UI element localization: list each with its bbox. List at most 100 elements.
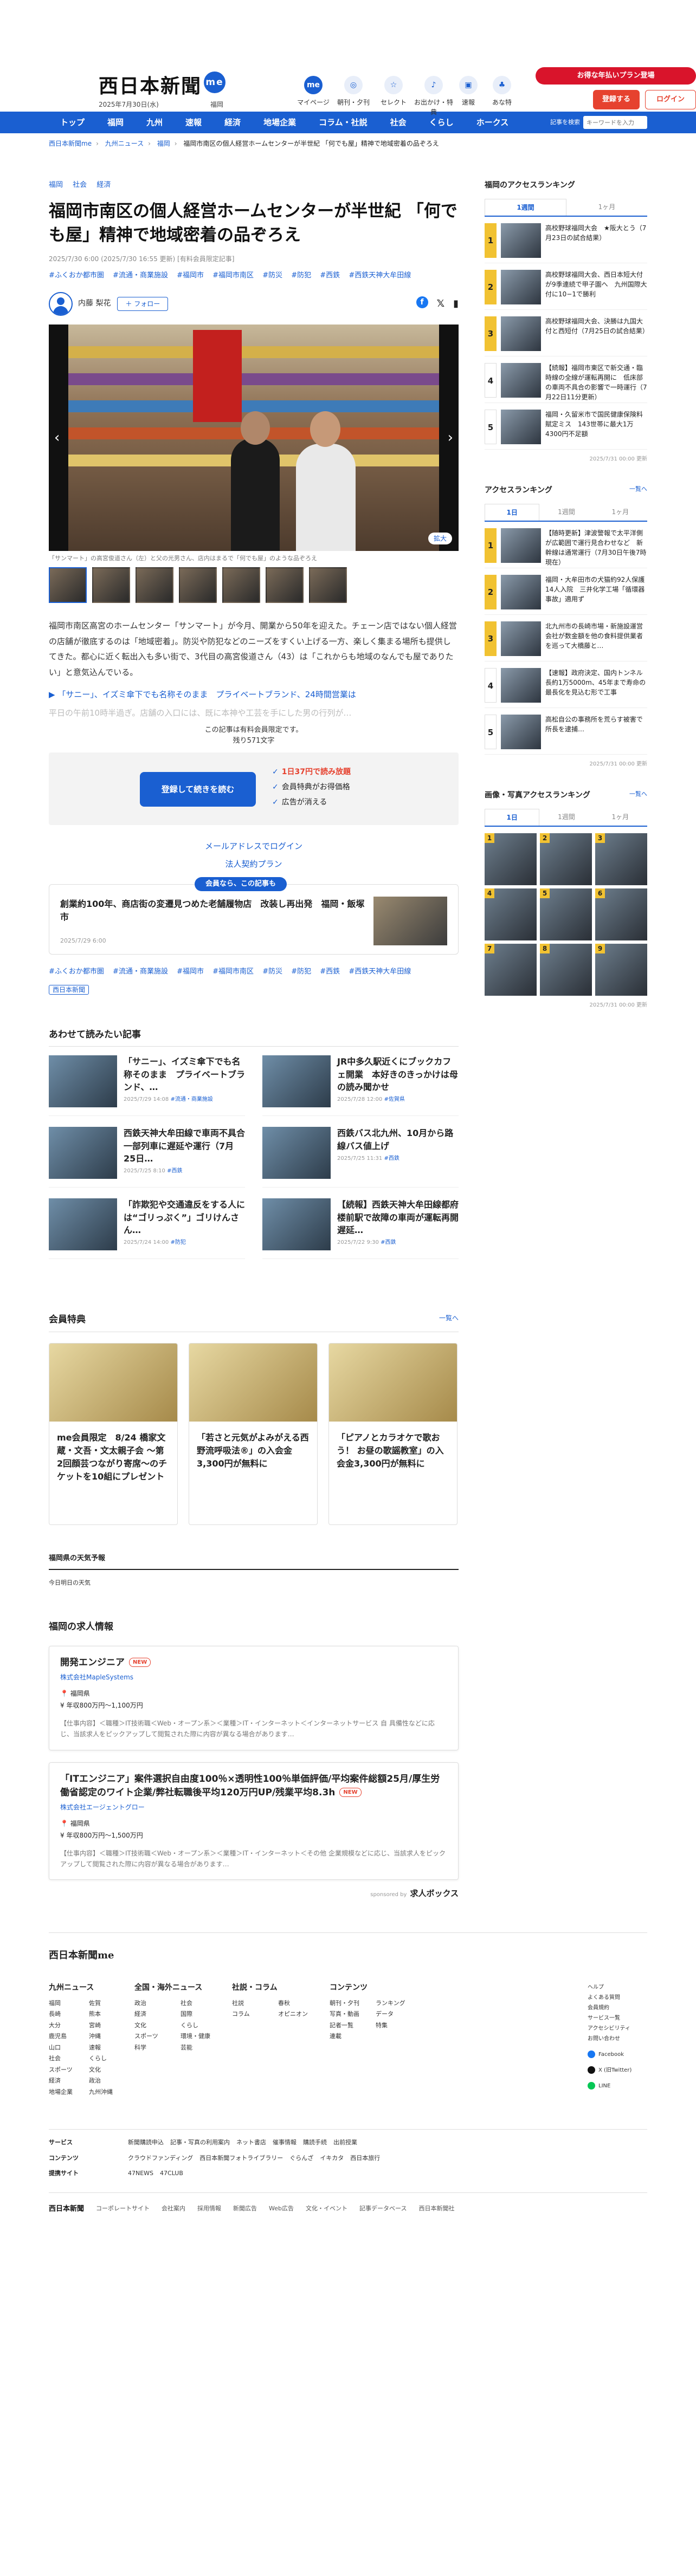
footer-side-link[interactable]: 会員規約: [588, 2003, 647, 2013]
service-outing[interactable]: ♪ お出かけ・特典: [414, 76, 453, 117]
breadcrumb-home[interactable]: 西日本新聞me: [49, 140, 92, 147]
nav-fukuoka[interactable]: 福岡: [96, 116, 135, 129]
footer-link[interactable]: 社会: [181, 1999, 210, 2008]
tag-link[interactable]: #流通・商業施設: [113, 271, 168, 280]
nav-column[interactable]: コラム・社説: [307, 116, 379, 129]
footer-link[interactable]: くらし: [89, 2054, 113, 2064]
footer-bottom-link[interactable]: コーポレートサイト: [96, 2204, 150, 2214]
tag-link[interactable]: #防災: [262, 968, 282, 976]
benefit-card[interactable]: 「若さと元気がよみがえる西野流呼吸法®」の入会金3,300円が無料に: [189, 1342, 318, 1525]
zoom-button[interactable]: 拡大: [428, 532, 452, 544]
author-name[interactable]: 内藤 梨花: [78, 298, 111, 309]
tab-month[interactable]: 1ヶ月: [594, 504, 647, 521]
ranking-item[interactable]: 3 高校野球福岡大会、決勝は九国大付と西短付（7月25日の試合結果）: [485, 316, 649, 356]
ranking-item[interactable]: 2 福岡・大牟田市の犬猫約92人保護14人入院 三井化学工場「循環器事故」適用ず: [485, 575, 647, 615]
gallery-image[interactable]: 7: [485, 944, 537, 996]
footer-link[interactable]: ランキング: [376, 1999, 405, 2008]
ranking-item[interactable]: 2 高校野球福岡大会、西日本短大付が9季連続で甲子園へ 九州国際大付に10−1で勝…: [485, 270, 647, 310]
list-item[interactable]: 【続報】西鉄天神大牟田線都府楼前駅で故障の車両が運転再開 遅延… 2025/7/2…: [262, 1198, 467, 1260]
gallery-image[interactable]: 4: [485, 888, 537, 940]
tag-link[interactable]: #福岡市: [177, 968, 204, 976]
footer-link[interactable]: 写真・動画: [330, 2010, 359, 2019]
footer-link[interactable]: 西日本新聞フォトライブラリー: [199, 2154, 283, 2163]
tag-link[interactable]: #福岡市: [177, 271, 204, 280]
nav-breaking[interactable]: 速報: [174, 116, 213, 129]
nav-kyushu[interactable]: 九州: [135, 116, 174, 129]
footer-side-link[interactable]: よくある質問: [588, 1993, 647, 2003]
footer-side-link[interactable]: サービス一覧: [588, 2013, 647, 2023]
job-card[interactable]: 「ITエンジニア」案件選択自由度100％×透明性100％単価評価/平均案件総額2…: [49, 1762, 459, 1880]
footer-link[interactable]: 47CLUB: [160, 2169, 183, 2178]
footer-link[interactable]: 九州沖縄: [89, 2088, 113, 2097]
tag-link[interactable]: #西鉄: [320, 271, 340, 280]
footer-link[interactable]: 鹿児島: [49, 2032, 73, 2041]
footer-link[interactable]: コラム: [232, 2010, 262, 2019]
site-logo[interactable]: 西日本新聞 me: [99, 72, 226, 101]
footer-link[interactable]: 朝刊・夕刊: [330, 1999, 359, 2008]
photo-thumbnail[interactable]: [266, 567, 304, 604]
ranking-item[interactable]: 5 福岡・久留米市で国民健康保険料賦定ミス 143世帯に最大1万4300円不足額: [485, 410, 647, 450]
service-select[interactable]: ☆ セレクト: [374, 76, 413, 107]
footer-side-link[interactable]: ヘルプ: [588, 1982, 647, 1993]
photo-thumbnail[interactable]: [49, 567, 87, 604]
footer-link[interactable]: 政治: [89, 2077, 113, 2086]
footer-logo[interactable]: 西日本新聞me: [49, 1948, 647, 1963]
footer-link[interactable]: スポーツ: [134, 2032, 164, 2041]
footer-link[interactable]: イキカタ: [320, 2154, 344, 2163]
category-link[interactable]: 社会: [73, 181, 87, 189]
ranking-item[interactable]: 1 【随時更新】津波警報で太平洋側が広範囲で運行見合わせなど 新幹線は通常運行（7…: [485, 528, 647, 568]
footer-link[interactable]: データ: [376, 2010, 405, 2019]
photo-thumbnail[interactable]: [309, 567, 347, 604]
footer-bottom-link[interactable]: Web広告: [269, 2204, 294, 2214]
ranking-item[interactable]: 4 【速報】政府決定、国内トンネル長約1万5000m、45年まで寿命の最長化を見込…: [485, 668, 647, 708]
footer-bottom-link[interactable]: 採用情報: [197, 2204, 221, 2214]
nav-local-companies[interactable]: 地場企業: [252, 116, 307, 129]
footer-bottom-link[interactable]: 西日本新聞社: [418, 2204, 454, 2214]
tag-link[interactable]: #防犯: [291, 271, 311, 280]
job-card[interactable]: 開発エンジニア NEW 株式会社MapleSystems 📍 福岡県 ¥ 年収80…: [49, 1646, 459, 1750]
subscribe-button[interactable]: 登録して続きを読む: [140, 772, 256, 807]
footer-link[interactable]: 大分: [49, 2021, 73, 2030]
tag-link[interactable]: #防災: [262, 271, 282, 280]
footer-link[interactable]: 芸能: [181, 2043, 210, 2053]
ranking-item[interactable]: 5 高松自公の事務所を荒らす被害で所長を逮捕…: [485, 715, 647, 755]
list-item[interactable]: 西鉄バス北九州、10月から路線バス値上げ 2025/7/25 11:31 #西鉄: [262, 1127, 459, 1188]
benefit-card[interactable]: 「ピアノとカラオケで歌おう！ お昼の歌謡教室」の入会金3,300円が無料に: [328, 1342, 457, 1525]
footer-link[interactable]: ネット書店: [236, 2138, 266, 2147]
category-link[interactable]: 福岡: [49, 181, 63, 189]
footer-link[interactable]: 47NEWS: [128, 2169, 153, 2178]
next-photo-icon[interactable]: ›: [448, 427, 453, 449]
article-photo[interactable]: ‹ › 拡大: [49, 324, 459, 551]
service-breaking[interactable]: ▣ 速報: [452, 76, 485, 107]
follow-button[interactable]: ＋ フォロー: [117, 296, 169, 311]
footer-link[interactable]: 山口: [49, 2043, 73, 2053]
footer-link[interactable]: 文化: [134, 2021, 164, 2030]
footer-link[interactable]: くらし: [181, 2021, 210, 2030]
footer-link[interactable]: 国際: [181, 2010, 210, 2019]
facebook-link[interactable]: Facebook: [588, 2049, 647, 2060]
footer-link[interactable]: 佐賀: [89, 1999, 113, 2008]
footer-link[interactable]: ぐらんざ: [289, 2154, 313, 2163]
footer-link[interactable]: 環境・健康: [181, 2032, 210, 2041]
footer-link[interactable]: 連載: [330, 2032, 359, 2041]
nav-hawks[interactable]: ホークス: [465, 116, 520, 129]
benefits-more-link[interactable]: 一覧へ: [439, 1313, 459, 1327]
photo-thumbnail[interactable]: [136, 567, 173, 604]
footer-link[interactable]: 科学: [134, 2043, 164, 2053]
nav-economy[interactable]: 経済: [213, 116, 252, 129]
footer-link[interactable]: 沖縄: [89, 2032, 113, 2041]
photo-thumbnail[interactable]: [92, 567, 130, 604]
sponsor-logo[interactable]: 求人ボックス: [410, 1889, 459, 1898]
related-article-link[interactable]: ▶ 「サニー」、イズミ傘下でも名称そのまま プライベートブランド、24時間営業は: [49, 689, 459, 701]
footer-link[interactable]: 政治: [134, 1999, 164, 2008]
footer-link[interactable]: 購読手続: [303, 2138, 327, 2147]
nav-top[interactable]: トップ: [49, 116, 96, 129]
benefit-card[interactable]: me会員限定 8/24 橋家文蔵・文吾・文太親子会 〜第2回顔芸つながり寄席〜の…: [49, 1342, 178, 1525]
tag-link[interactable]: #防犯: [291, 968, 311, 976]
footer-link[interactable]: オピニオン: [278, 2010, 308, 2019]
footer-link[interactable]: 宮崎: [89, 2021, 113, 2030]
register-button[interactable]: 登録する: [593, 90, 640, 109]
tag-link[interactable]: #福岡市南区: [212, 271, 254, 280]
tab-day[interactable]: 1日: [485, 809, 540, 826]
bookmark-icon[interactable]: ▮: [453, 296, 459, 311]
